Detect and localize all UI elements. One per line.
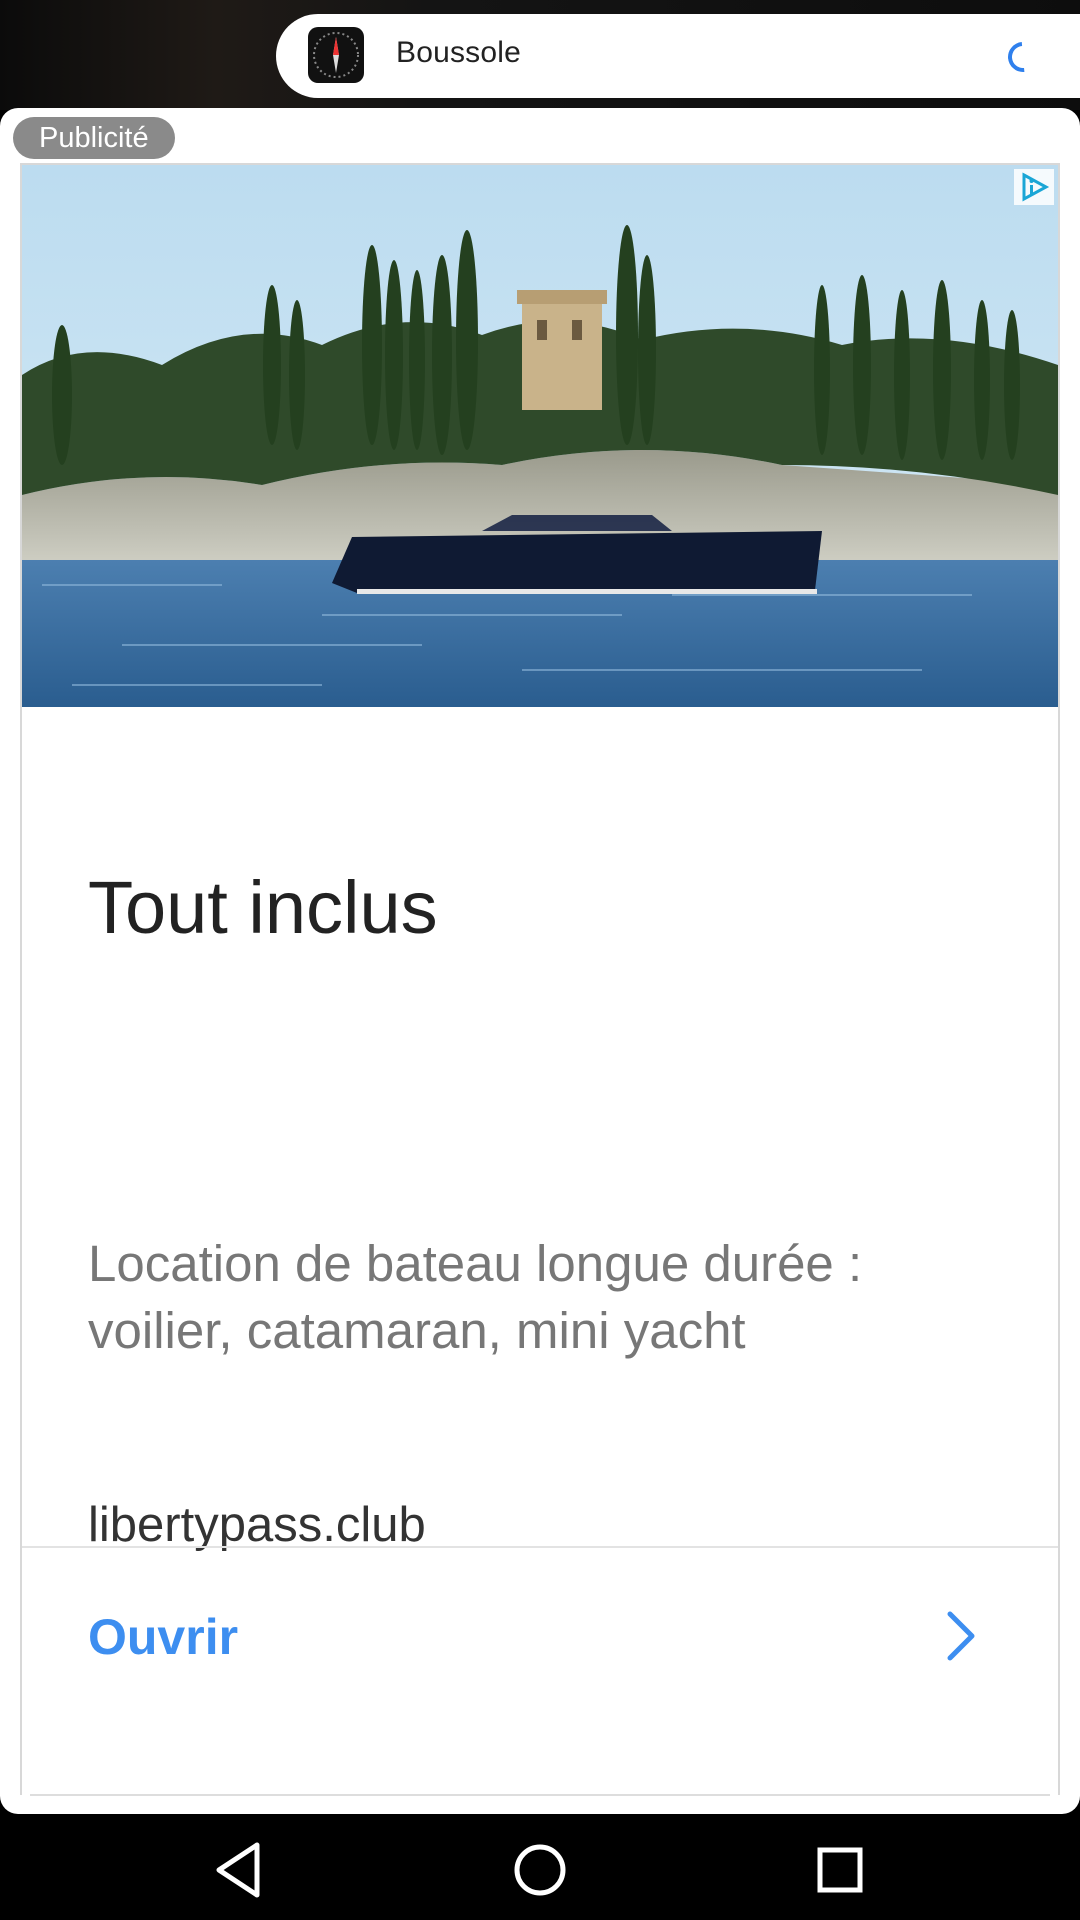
back-triangle-icon[interactable] bbox=[205, 1835, 275, 1905]
ad-title[interactable]: Tout inclus bbox=[88, 865, 438, 950]
recents-square-icon[interactable] bbox=[805, 1835, 875, 1905]
ad-domain: libertypass.club bbox=[88, 1498, 426, 1552]
app-name: Boussole bbox=[396, 36, 522, 69]
boat-on-lake-image[interactable] bbox=[22, 165, 1058, 707]
ad-card[interactable]: Tout inclus Location de bateau longue du… bbox=[20, 163, 1060, 1795]
chevron-right-icon bbox=[940, 1610, 980, 1662]
open-button[interactable]: Ouvrir bbox=[22, 1548, 1058, 1793]
app-header[interactable]: Boussole bbox=[276, 14, 1080, 98]
home-circle-icon[interactable] bbox=[505, 1835, 575, 1905]
compass-app-icon bbox=[308, 27, 364, 83]
loading-spinner-icon bbox=[1001, 35, 1045, 79]
ad-badge: Publicité bbox=[13, 117, 175, 159]
android-nav-bar bbox=[0, 1815, 1080, 1920]
ad-description: Location de bateau longue durée : voilie… bbox=[88, 1235, 863, 1359]
bottom-divider bbox=[30, 1794, 1050, 1796]
adchoices-icon[interactable] bbox=[1014, 169, 1054, 205]
open-button-label: Ouvrir bbox=[88, 1609, 239, 1665]
